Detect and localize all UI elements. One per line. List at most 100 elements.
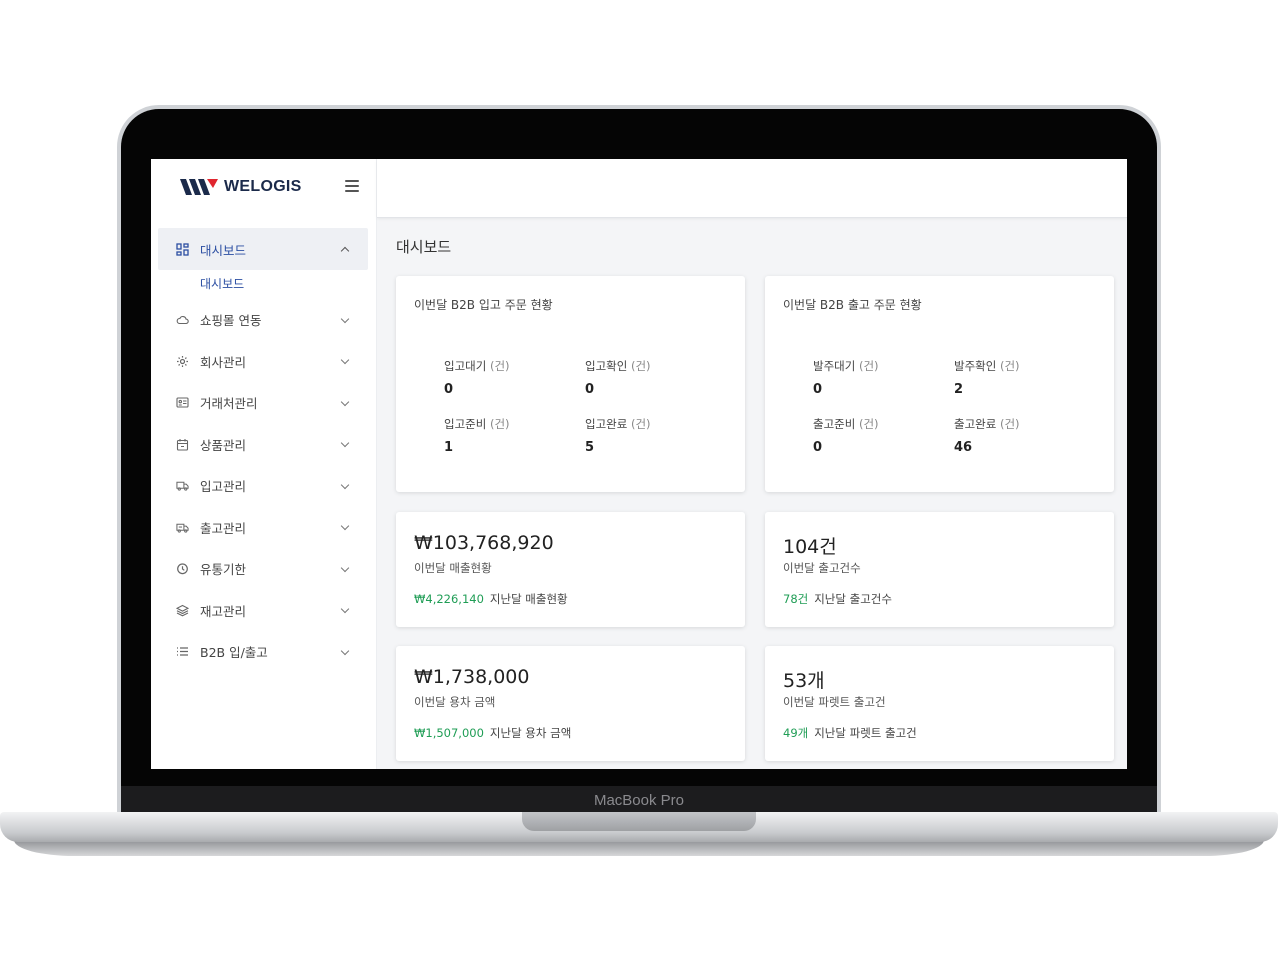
stat-value: 5 [585,440,595,455]
sidebar-item-inventory[interactable]: 재고관리 [158,590,368,632]
sidebar-item-dashboard[interactable]: 대시보드 [158,228,368,270]
stat-label: 입고확인 [585,359,628,373]
sidebar-item-label: 거래처관리 [200,396,258,412]
previous-label: 지난달 출고건수 [814,592,892,606]
sidebar-item-partners[interactable]: 거래처관리 [158,382,368,424]
truck-in-icon [176,479,189,492]
truck-out-icon [176,521,189,534]
stat-inbound-waiting: 입고대기 (건) 0 [444,358,510,397]
stat-order-confirmed: 발주확인 (건) 2 [954,358,1020,397]
sidebar-item-label: 상품관리 [200,437,247,453]
stat-order-waiting: 발주대기 (건) 0 [813,358,879,397]
stat-outbound-preparing: 출고준비 (건) 0 [813,416,879,455]
timer-icon [176,562,189,575]
sidebar-item-label: 출고관리 [200,520,247,536]
layers-icon [176,604,189,617]
top-header [377,159,1127,218]
list-icon [176,645,189,658]
metric-card-truck-cost: ₩1,738,000 이번달 용차 금액 ₩1,507,000 지난달 용차 금액 [396,646,745,761]
chevron-down-icon [340,356,350,365]
chevron-down-icon [340,605,350,614]
stat-value: 46 [954,440,973,455]
metric-value: ₩103,768,920 [414,532,554,554]
metric-compare: 78건 지난달 출고건수 [783,591,892,607]
stat-value: 0 [585,382,595,397]
laptop-notch [522,812,756,831]
metric-value: 53개 [783,670,825,692]
laptop-base-shadow [14,840,1264,856]
stat-label: 출고완료 [954,417,997,431]
cloud-icon [176,313,189,326]
stat-label: 발주확인 [954,359,997,373]
previous-value: 78건 [783,592,809,606]
previous-label: 지난달 용차 금액 [489,726,572,740]
chevron-up-icon [340,246,350,256]
inbound-status-card: 이번달 B2B 입고 주문 현황 입고대기 (건) 0 입고확인 (건) 0 입… [396,276,745,492]
stat-unit: (건) [999,359,1020,373]
previous-value: ₩4,226,140 [414,592,484,606]
sidebar-item-label: 유통기한 [200,562,247,578]
chevron-down-icon [340,563,350,572]
sidebar-item-company[interactable]: 회사관리 [158,341,368,383]
chevron-down-icon [340,522,350,531]
metric-card-shipments: 104건 이번달 출고건수 78건 지난달 출고건수 [765,512,1114,627]
previous-value: 49개 [783,726,809,740]
sidebar-item-shopping-mall[interactable]: 쇼핑몰 연동 [158,299,368,341]
stat-value: 0 [444,382,454,397]
stat-label: 입고준비 [444,417,487,431]
chevron-down-icon [340,314,350,323]
brand-name: WELOGIS [224,178,302,195]
stat-inbound-confirmed: 입고확인 (건) 0 [585,358,651,397]
stat-value: 2 [954,382,964,397]
metric-card-pallets: 53개 이번달 파렛트 출고건 49개 지난달 파렛트 출고건 [765,646,1114,761]
stat-unit: (건) [999,417,1020,431]
metric-label: 이번달 출고건수 [783,561,861,575]
sidebar-item-label: 입고관리 [200,479,247,495]
brand-logo[interactable]: WELOGIS [180,176,302,198]
welogis-logo-icon [180,179,218,195]
stat-unit: (건) [858,359,879,373]
stat-unit: (건) [630,417,651,431]
sidebar-item-label: 쇼핑몰 연동 [200,313,262,329]
contact-card-icon [176,396,189,409]
stat-label: 발주대기 [813,359,856,373]
page-title: 대시보드 [396,238,452,256]
card-title: 이번달 B2B 출고 주문 현황 [783,298,922,312]
sidebar-item-b2b[interactable]: B2B 입/출고 [158,631,368,673]
stat-label: 출고준비 [813,417,856,431]
sidebar-item-inbound[interactable]: 입고관리 [158,465,368,507]
chevron-down-icon [340,480,350,489]
dashboard-icon [176,242,189,256]
stat-unit: (건) [489,417,510,431]
previous-label: 지난달 파렛트 출고건 [814,726,917,740]
metric-value: ₩1,738,000 [414,666,530,688]
sidebar-item-products[interactable]: 상품관리 [158,424,368,466]
gear-icon [176,355,189,368]
stat-inbound-completed: 입고완료 (건) 5 [585,416,651,455]
outbound-status-card: 이번달 B2B 출고 주문 현황 발주대기 (건) 0 발주확인 (건) 2 출… [765,276,1114,492]
stat-value: 0 [813,440,823,455]
stat-unit: (건) [630,359,651,373]
metric-compare: 49개 지난달 파렛트 출고건 [783,725,917,741]
metric-label: 이번달 용차 금액 [414,695,496,709]
sidebar-item-outbound[interactable]: 출고관리 [158,507,368,549]
calendar-box-icon [176,438,189,451]
submenu-item-dashboard[interactable]: 대시보드 [158,270,368,299]
sidebar-item-expiration[interactable]: 유통기한 [158,548,368,590]
metric-label: 이번달 매출현황 [414,561,492,575]
stat-outbound-completed: 출고완료 (건) 46 [954,416,1020,455]
sidebar-item-label: 재고관리 [200,603,247,619]
chevron-down-icon [340,397,350,406]
stat-label: 입고대기 [444,359,487,373]
stat-unit: (건) [858,417,879,431]
stat-unit: (건) [489,359,510,373]
metric-label: 이번달 파렛트 출고건 [783,695,886,709]
sidebar-item-label: B2B 입/출고 [200,645,268,661]
stat-value: 0 [813,382,823,397]
chevron-down-icon [340,646,350,655]
sidebar-menu: 대시보드 대시보드 쇼핑몰 연동 회사관리 거래처관리 상품관리 입고관리 출고… [158,228,368,673]
previous-value: ₩1,507,000 [414,726,484,740]
previous-label: 지난달 매출현황 [489,592,568,606]
hamburger-menu-icon[interactable] [345,180,359,192]
metric-compare: ₩4,226,140 지난달 매출현황 [414,591,568,607]
